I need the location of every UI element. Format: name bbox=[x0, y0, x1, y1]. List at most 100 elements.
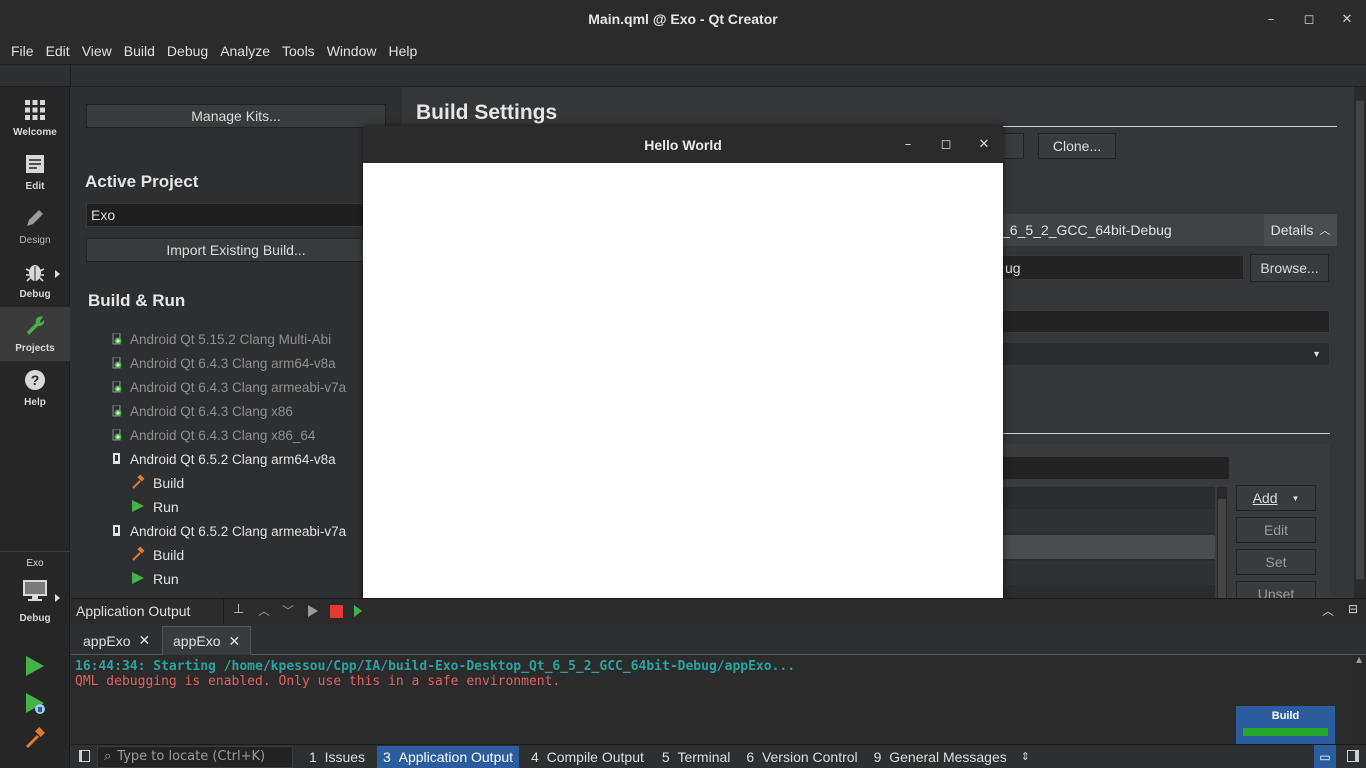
pane-application-output[interactable]: 3 Application Output bbox=[377, 745, 520, 768]
close-icon[interactable]: ✕ bbox=[228, 633, 240, 650]
clone-button[interactable]: Clone... bbox=[1038, 133, 1116, 159]
monitor-icon[interactable] bbox=[22, 579, 48, 607]
active-project-select[interactable]: Exo bbox=[86, 203, 386, 227]
unset-button[interactable]: Unset bbox=[1236, 581, 1316, 598]
target-arrow-icon[interactable] bbox=[55, 594, 60, 602]
pen-icon bbox=[24, 207, 46, 229]
menu-window[interactable]: Window bbox=[321, 43, 383, 59]
hammer-icon bbox=[25, 727, 45, 749]
locator-input[interactable]: ⌕ Type to locate (Ctrl+K) bbox=[97, 745, 293, 768]
minimize-button[interactable]: – bbox=[1252, 0, 1290, 38]
more-panes-icon[interactable]: ⇕ bbox=[1021, 750, 1030, 763]
mode-label: Design bbox=[19, 234, 51, 246]
mode-projects[interactable]: Projects bbox=[0, 307, 70, 361]
mode-bar: Welcome Edit Design Debug Projects ? Hel… bbox=[0, 87, 70, 768]
kit-run-item[interactable]: Run bbox=[131, 496, 179, 518]
environment-table[interactable] bbox=[1000, 487, 1215, 598]
details-toggle[interactable]: Details ︿ bbox=[1264, 214, 1337, 246]
kit-item[interactable]: Android Qt 5.15.2 Clang Multi-Abi bbox=[112, 328, 332, 350]
run-button[interactable] bbox=[24, 655, 46, 681]
output-scrollbar[interactable]: ▲ bbox=[1354, 655, 1366, 744]
kit-add-icon bbox=[112, 404, 122, 417]
toggle-right-sidebar-icon[interactable] bbox=[1347, 750, 1359, 762]
menu-file[interactable]: File bbox=[5, 43, 40, 59]
kit-item[interactable]: Android Qt 6.4.3 Clang armeabi-v7a bbox=[112, 376, 346, 398]
debug-run-button[interactable] bbox=[24, 692, 48, 720]
title-bar: Main.qml @ Exo - Qt Creator – ◻ ✕ bbox=[0, 0, 1366, 38]
kit-item[interactable]: Android Qt 6.4.3 Clang x86_64 bbox=[112, 424, 316, 446]
build-field-input[interactable] bbox=[1000, 310, 1330, 333]
maximize-pane-icon[interactable]: ︿ bbox=[1322, 602, 1334, 619]
edit-button[interactable]: Edit bbox=[1236, 517, 1316, 543]
kit-item[interactable]: Android Qt 6.4.3 Clang arm64-v8a bbox=[112, 352, 336, 374]
kit-build-item[interactable]: Build bbox=[131, 472, 184, 494]
manage-kits-button[interactable]: Manage Kits... bbox=[86, 104, 386, 128]
close-pane-icon[interactable]: ⊟ bbox=[1348, 602, 1358, 616]
chevron-up-icon: ︿ bbox=[1319, 225, 1331, 237]
mode-design[interactable]: Design bbox=[0, 199, 70, 253]
build-option-select[interactable]: ▼ bbox=[1000, 342, 1330, 366]
build-directory-input[interactable]: ug bbox=[1000, 255, 1244, 280]
menu-analyze[interactable]: Analyze bbox=[214, 43, 276, 59]
output-log[interactable]: 16:44:34: Starting /home/kpessou/Cpp/IA/… bbox=[71, 655, 1354, 744]
toggle-sidebar-icon[interactable] bbox=[79, 750, 90, 762]
output-tab[interactable]: appExo ✕ bbox=[73, 626, 160, 655]
kit-label: Android Qt 6.4.3 Clang x86_64 bbox=[130, 427, 316, 443]
mode-welcome[interactable]: Welcome bbox=[0, 91, 70, 145]
kit-label: Android Qt 6.4.3 Clang x86 bbox=[130, 403, 293, 419]
filter-input[interactable] bbox=[1000, 456, 1230, 480]
maximize-button[interactable]: ◻ bbox=[1290, 0, 1328, 38]
attach-icon[interactable] bbox=[354, 604, 362, 622]
kit-item[interactable]: Android Qt 6.5.2 Clang armeabi-v7a bbox=[113, 520, 346, 542]
close-button[interactable]: ✕ bbox=[1328, 0, 1366, 38]
kit-add-icon bbox=[112, 332, 122, 345]
pane-compile-output[interactable]: 4 Compile Output bbox=[525, 746, 650, 768]
pane-issues[interactable]: 1 Issues bbox=[303, 746, 371, 768]
dialog-maximize-button[interactable]: ◻ bbox=[927, 126, 965, 163]
pane-version-control[interactable]: 6 Version Control bbox=[740, 746, 863, 768]
dialog-close-button[interactable]: ✕ bbox=[965, 126, 1003, 163]
set-button[interactable]: Set bbox=[1236, 549, 1316, 575]
mode-edit[interactable]: Edit bbox=[0, 145, 70, 199]
menu-debug[interactable]: Debug bbox=[161, 43, 214, 59]
dialog-minimize-button[interactable]: – bbox=[889, 126, 927, 163]
build-progress[interactable]: Build bbox=[1236, 706, 1335, 744]
kit-add-icon bbox=[112, 428, 122, 441]
output-tab-active[interactable]: appExo ✕ bbox=[162, 626, 252, 655]
kit-item[interactable]: Android Qt 6.4.3 Clang x86 bbox=[112, 400, 293, 422]
build-button[interactable] bbox=[24, 727, 46, 753]
menu-bar: File Edit View Build Debug Analyze Tools… bbox=[0, 38, 1366, 64]
menu-view[interactable]: View bbox=[76, 43, 118, 59]
close-icon[interactable]: ✕ bbox=[138, 632, 150, 649]
pane-terminal[interactable]: 5 Terminal bbox=[656, 746, 736, 768]
menu-build[interactable]: Build bbox=[118, 43, 161, 59]
mode-debug[interactable]: Debug bbox=[0, 253, 70, 307]
hello-world-window[interactable]: Hello World – ◻ ✕ bbox=[363, 126, 1003, 643]
pane-general-messages[interactable]: 9 General Messages bbox=[868, 746, 1013, 768]
kit-label: Android Qt 6.5.2 Clang arm64-v8a bbox=[130, 451, 336, 467]
import-existing-build-button[interactable]: Import Existing Build... bbox=[86, 238, 386, 262]
rerun-icon[interactable] bbox=[307, 604, 319, 622]
menu-tools[interactable]: Tools bbox=[276, 43, 321, 59]
stop-icon[interactable] bbox=[330, 605, 343, 618]
kit-label: Android Qt 5.15.2 Clang Multi-Abi bbox=[130, 331, 332, 347]
chevron-down-icon[interactable]: ﹀ bbox=[282, 602, 294, 619]
add-button[interactable]: Add ▼ bbox=[1236, 485, 1316, 511]
add-label: Add bbox=[1252, 490, 1278, 506]
chevron-up-icon[interactable]: ︿ bbox=[258, 602, 270, 619]
kit-item[interactable]: Android Qt 6.5.2 Clang arm64-v8a bbox=[113, 448, 336, 470]
kit-build-item[interactable]: Build bbox=[131, 544, 184, 566]
progress-details-icon[interactable]: ▭ bbox=[1314, 745, 1336, 768]
grid-icon bbox=[24, 99, 46, 121]
locator-placeholder: Type to locate (Ctrl+K) bbox=[117, 749, 266, 764]
mode-help[interactable]: ? Help bbox=[0, 361, 70, 415]
table-scrollbar[interactable] bbox=[1217, 487, 1227, 598]
clean-icon[interactable]: ⊥ bbox=[233, 602, 244, 617]
menu-help[interactable]: Help bbox=[382, 43, 423, 59]
kit-run-item[interactable]: Run bbox=[131, 568, 179, 590]
kit-build-label: Build bbox=[153, 475, 185, 491]
settings-scrollbar[interactable] bbox=[1354, 87, 1366, 598]
browse-button[interactable]: Browse... bbox=[1250, 254, 1329, 282]
menu-edit[interactable]: Edit bbox=[40, 43, 76, 59]
output-line: QML debugging is enabled. Only use this … bbox=[75, 674, 561, 689]
